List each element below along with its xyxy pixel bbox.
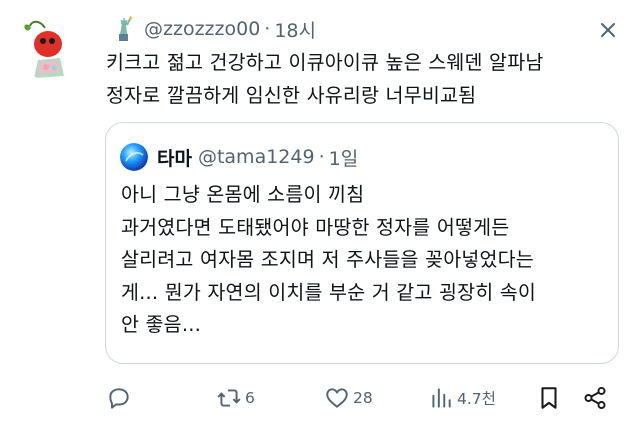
share-button[interactable] xyxy=(582,382,608,414)
bookmark-icon xyxy=(541,387,557,409)
tweet-text: 키크고 젊고 건강하고 이큐아이큐 높은 스웨덴 알파남 정자로 깔끔하게 임신… xyxy=(106,51,544,107)
views-count: 4.7천 xyxy=(457,390,496,408)
quoted-author-name[interactable]: 타마 xyxy=(157,144,192,171)
retweet-button[interactable]: 6 xyxy=(216,382,255,414)
quoted-header: 타마 @tama1249 · 1일 xyxy=(120,143,358,171)
like-button[interactable]: 28 xyxy=(324,382,373,414)
bookmark-button[interactable] xyxy=(536,382,562,414)
pikmin-avatar-icon xyxy=(16,14,82,80)
quoted-avatar-icon[interactable] xyxy=(120,143,148,171)
quoted-author-handle[interactable]: @tama1249 xyxy=(198,146,315,168)
statue-of-liberty-emoji-icon xyxy=(119,16,132,41)
header-separator: · xyxy=(264,18,271,40)
author-avatar[interactable] xyxy=(16,14,82,80)
retweet-icon xyxy=(217,389,241,407)
reply-button[interactable] xyxy=(106,382,132,414)
like-count: 28 xyxy=(353,389,373,407)
views-button[interactable]: 4.7천 xyxy=(428,382,496,414)
quoted-separator: · xyxy=(318,146,325,168)
action-bar: 6 28 4.7천 xyxy=(106,382,626,414)
author-handle[interactable]: @zzozzzo00 xyxy=(144,18,260,40)
quoted-text: 아니 그냥 온몸에 소름이 끼침 과거였다면 도태됐어야 마땅한 정자를 어떻게… xyxy=(121,183,537,336)
tweet-time[interactable]: 18시 xyxy=(274,16,316,43)
quoted-tweet[interactable]: 타마 @tama1249 · 1일 아니 그냥 온몸에 소름이 끼침 과거였다면… xyxy=(105,122,619,364)
close-icon[interactable] xyxy=(596,18,620,42)
quoted-time[interactable]: 1일 xyxy=(329,144,359,171)
retweet-count: 6 xyxy=(245,389,255,407)
like-icon xyxy=(326,388,348,408)
reply-icon xyxy=(109,388,129,409)
tweet-header: @zzozzzo00 · 18시 xyxy=(110,15,316,43)
share-icon xyxy=(584,386,606,410)
views-icon xyxy=(432,388,451,408)
